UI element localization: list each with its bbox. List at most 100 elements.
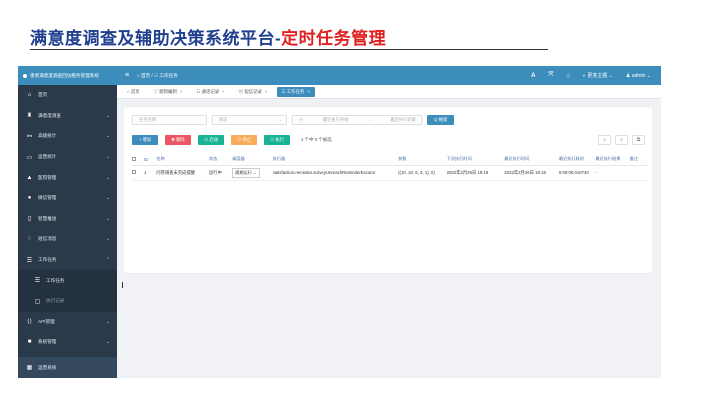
tab-label: ⌂ 首页: [127, 88, 140, 94]
tab[interactable]: ☷ 通话记录 ×: [191, 87, 229, 97]
theme-switcher[interactable]: ◐ 更变主题 ⌄: [583, 72, 613, 79]
col-header[interactable]: 调度器: [232, 154, 273, 166]
close-icon[interactable]: ×: [265, 89, 268, 94]
tab-label: ☷ 通话记录: [196, 88, 220, 94]
tab[interactable]: ☰ 工作任务 ×: [276, 86, 315, 97]
slide-title: 满意度调查及辅助决策系统平台-定时任务管理: [30, 24, 386, 49]
tabs-bar: ⌂ 首页 ▽ 题目编制 × ☷ 通话记录 × ☏ 短信记录 × ☰ 工作任务 ×: [117, 85, 661, 99]
run-button[interactable]: ⊙ 执行: [264, 135, 290, 145]
col-header[interactable]: ID: [144, 154, 157, 166]
cell-result: -: [595, 165, 630, 181]
list-icon: ☰: [26, 257, 33, 264]
col-header[interactable]: 最近执行时间: [504, 154, 559, 166]
selection-count: 1 个中 0 个被选: [301, 137, 332, 142]
col-header[interactable]: 状态: [208, 154, 233, 166]
col-header[interactable]: 备注: [629, 154, 648, 166]
wechat-icon: ●: [27, 195, 32, 202]
add-button[interactable]: + 增加: [132, 135, 158, 145]
list-icon: ☰: [34, 278, 41, 285]
sidebar: 患者满意度调查回访服务管理系统 ⌂ 首页 ♜ 满意度调查 ⌄ ⚯ 高级统计 ⌄ ▭ 运营统计 ⌄ ▲ 医…: [18, 66, 117, 378]
col-header[interactable]: 执行器: [272, 154, 399, 166]
cell-params: ((10, 10, 6, 3, 1), 0): [398, 165, 447, 181]
message-icon: ◌: [27, 236, 32, 243]
sidebar-item-label: 短信消息: [38, 236, 57, 242]
status-select[interactable]: 状态 ⌄: [212, 115, 287, 125]
search-icon[interactable]: ⌕: [598, 135, 611, 145]
scheduler-value: 周期运行: [235, 169, 252, 175]
tab-label: ▽ 题目编制: [153, 88, 177, 94]
table-header-row: ID 名称 状态 调度器 执行器 参数 下次执行时间 最近执行时间 最近执行耗时…: [132, 154, 648, 166]
tab[interactable]: ▽ 题目编制 ×: [149, 87, 188, 97]
title-rule: [30, 49, 548, 50]
columns-icon[interactable]: ⧉: [632, 135, 645, 145]
phone-icon: ▯: [27, 216, 32, 223]
menu-toggle-icon[interactable]: ≡: [120, 72, 134, 79]
sidebar-subitem[interactable]: ☰ 工作任务: [18, 270, 117, 291]
tab[interactable]: ☏ 短信记录 ×: [234, 87, 273, 97]
select-all-checkbox[interactable]: [132, 154, 145, 166]
row-checkbox[interactable]: [132, 165, 145, 181]
sidebar-item[interactable]: ⚯ 高级统计 ⌄: [18, 126, 117, 147]
col-header[interactable]: 参数: [398, 154, 447, 166]
sidebar-item[interactable]: ☰ 工作任务 ⌃: [18, 250, 117, 271]
sidebar-item-label: 满意度调查: [38, 112, 61, 118]
tab[interactable]: ⌂ 首页: [122, 87, 145, 97]
stats-icon: ⚯: [26, 133, 33, 140]
breadcrumb: ⌂ 首页 / ☷ 工作任务: [137, 72, 178, 78]
sidebar-item[interactable]: ⟨⟩ API管理 ⌄: [18, 312, 117, 333]
col-header[interactable]: 下次执行时间: [446, 154, 505, 166]
col-header[interactable]: 名称: [156, 154, 209, 166]
user-menu[interactable]: ♟ admin ⌄: [626, 73, 651, 79]
cell-last-time: 2022年2月26日 19:18: [504, 165, 559, 181]
sidebar-subitem[interactable]: ▢ 执行记录: [18, 290, 117, 312]
font-size-icon[interactable]: A: [531, 73, 535, 79]
cell-status: 运行中: [208, 165, 233, 181]
tab-label: ☰ 工作任务: [281, 88, 305, 94]
sidebar-item[interactable]: ◌ 短信消息 ⌄: [18, 229, 117, 250]
close-icon[interactable]: ×: [222, 89, 225, 94]
search-button[interactable]: Q 搜索: [427, 115, 455, 125]
sidebar-item-label: 首页: [38, 92, 48, 98]
zoom-icon[interactable]: ⌕: [615, 135, 628, 145]
status-placeholder: 状态: [219, 117, 228, 122]
start-button[interactable]: ⊙ 启动: [198, 135, 224, 145]
scheduler-select[interactable]: 周期运行 ⌄: [232, 167, 260, 178]
hospital-icon: ▲: [26, 174, 33, 181]
sidebar-header[interactable]: 患者满意度调查回访服务管理系统: [18, 66, 117, 85]
chevron-down-icon: ⌄: [105, 154, 110, 161]
logo-icon: [23, 73, 27, 78]
date-range-input[interactable]: ◷ 最近执行开始 - 最近执行结束: [292, 115, 422, 125]
col-header[interactable]: 最近执行耗时: [558, 154, 596, 166]
chevron-down-icon: ⌄: [105, 215, 110, 222]
chevron-up-icon: ⌃: [105, 257, 110, 264]
col-header[interactable]: 最近执行结果: [595, 154, 630, 166]
close-icon[interactable]: ×: [180, 89, 183, 94]
chevron-down-icon: ⌄: [105, 112, 110, 119]
delete-button[interactable]: ✖ 删除: [165, 135, 191, 145]
task-name-input[interactable]: 任务名称: [132, 115, 207, 125]
sidebar-item-ops[interactable]: ▦ 运营系统: [18, 357, 117, 378]
fullscreen-icon[interactable]: ⤧: [548, 72, 553, 79]
sidebar-item[interactable]: ⌂ 首页: [18, 85, 117, 106]
sidebar-item[interactable]: ▯ 智慧推送 ⌄: [18, 209, 117, 230]
stop-button[interactable]: ⊙ 停止: [231, 135, 257, 145]
sidebar-item[interactable]: ♜ 满意度调查 ⌄: [18, 106, 117, 127]
sidebar-item[interactable]: ▭ 运营统计 ⌄: [18, 147, 117, 168]
cell-remark: [629, 165, 648, 181]
app-window: 患者满意度调查回访服务管理系统 ⌂ 首页 ♜ 满意度调查 ⌄ ⚯ 高级统计 ⌄ ▭ 运营统计 ⌄ ▲ 医…: [18, 66, 661, 378]
text-cursor: [122, 282, 123, 288]
table-tools: ⌕ ⌕ ⧉: [598, 135, 645, 145]
sidebar-item-label: 工作任务: [38, 257, 57, 263]
close-icon[interactable]: ×: [307, 89, 310, 94]
sidebar-item[interactable]: ▲ 医院管理 ⌄: [18, 167, 117, 188]
slide-title-accent: 定时任务管理: [281, 29, 387, 48]
sidebar-item[interactable]: ■ 系统管理 ⌄: [18, 332, 117, 353]
chevron-down-icon: ⌄: [278, 117, 282, 122]
home-icon[interactable]: ⌂: [566, 73, 570, 79]
topbar: ≡ ⌂ 首页 / ☷ 工作任务 A ⤧ ⌂ ◐ 更变主题 ⌄ ♟ admin ⌄: [117, 66, 661, 85]
task-table: ID 名称 状态 调度器 执行器 参数 下次执行时间 最近执行时间 最近执行耗时…: [132, 154, 648, 181]
table-row[interactable]: 1 问卷调查未完成提醒 运行中 周期运行 ⌄ satisfaction.remi…: [132, 165, 648, 181]
sidebar-item[interactable]: ● 微信管理 ⌄: [18, 188, 117, 209]
cell-scheduler[interactable]: 周期运行 ⌄: [232, 165, 273, 181]
task-name-placeholder: 任务名称: [139, 117, 157, 122]
